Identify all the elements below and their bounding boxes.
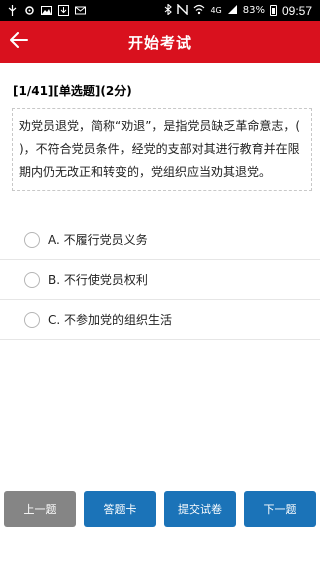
settings-icon [24, 5, 35, 16]
title-bar: 开始考试 [0, 21, 320, 63]
option-label: C. 不参加党的组织生活 [48, 313, 173, 327]
battery-percent: 83% [242, 5, 265, 16]
exam-screen: 4G 83% 09:57 开始考试 [1/41][单选题](2分) 劝党员退党，… [0, 0, 320, 568]
option-label: A. 不履行党员义务 [48, 233, 148, 247]
radio-icon[interactable] [24, 231, 40, 248]
option-c[interactable]: C. 不参加党的组织生活 [0, 300, 320, 340]
status-right-icons: 4G 83% 09:57 [164, 2, 320, 18]
option-b[interactable]: B. 不行使党员权利 [0, 260, 320, 300]
wifi-icon [193, 4, 205, 18]
submit-exam-button[interactable]: 提交试卷 [164, 491, 236, 527]
image-icon [41, 5, 52, 16]
radio-icon[interactable] [24, 311, 40, 328]
page-title: 开始考试 [127, 33, 192, 52]
battery-icon [269, 5, 277, 16]
option-label: B. 不行使党员权利 [48, 273, 148, 287]
status-bar: 4G 83% 09:57 [0, 0, 320, 21]
back-arrow-icon [10, 32, 28, 52]
signal-icon [227, 4, 238, 18]
prev-question-button[interactable]: 上一题 [4, 491, 76, 527]
radio-icon[interactable] [24, 271, 40, 288]
network-type: 4G [210, 6, 222, 15]
answer-card-button[interactable]: 答题卡 [84, 491, 156, 527]
bottom-button-bar: 上一题 答题卡 提交试卷 下一题 [0, 491, 320, 527]
question-meta: [1/41][单选题](2分) [13, 84, 132, 98]
usb-icon [7, 5, 18, 16]
option-a[interactable]: A. 不履行党员义务 [0, 220, 320, 260]
download-icon [58, 5, 69, 16]
mail-icon [75, 5, 86, 16]
options-list: A. 不履行党员义务 B. 不行使党员权利 C. 不参加党的组织生活 [0, 220, 320, 340]
question-text: 劝党员退党，简称“劝退”，是指党员缺乏革命意志，( )，不符合党员条件，经党的支… [12, 108, 312, 191]
nfc-icon [177, 2, 189, 18]
status-left-icons [0, 5, 86, 16]
next-question-button[interactable]: 下一题 [244, 491, 316, 527]
back-button[interactable] [4, 27, 34, 57]
bluetooth-icon [164, 2, 173, 18]
status-time: 09:57 [281, 3, 312, 18]
